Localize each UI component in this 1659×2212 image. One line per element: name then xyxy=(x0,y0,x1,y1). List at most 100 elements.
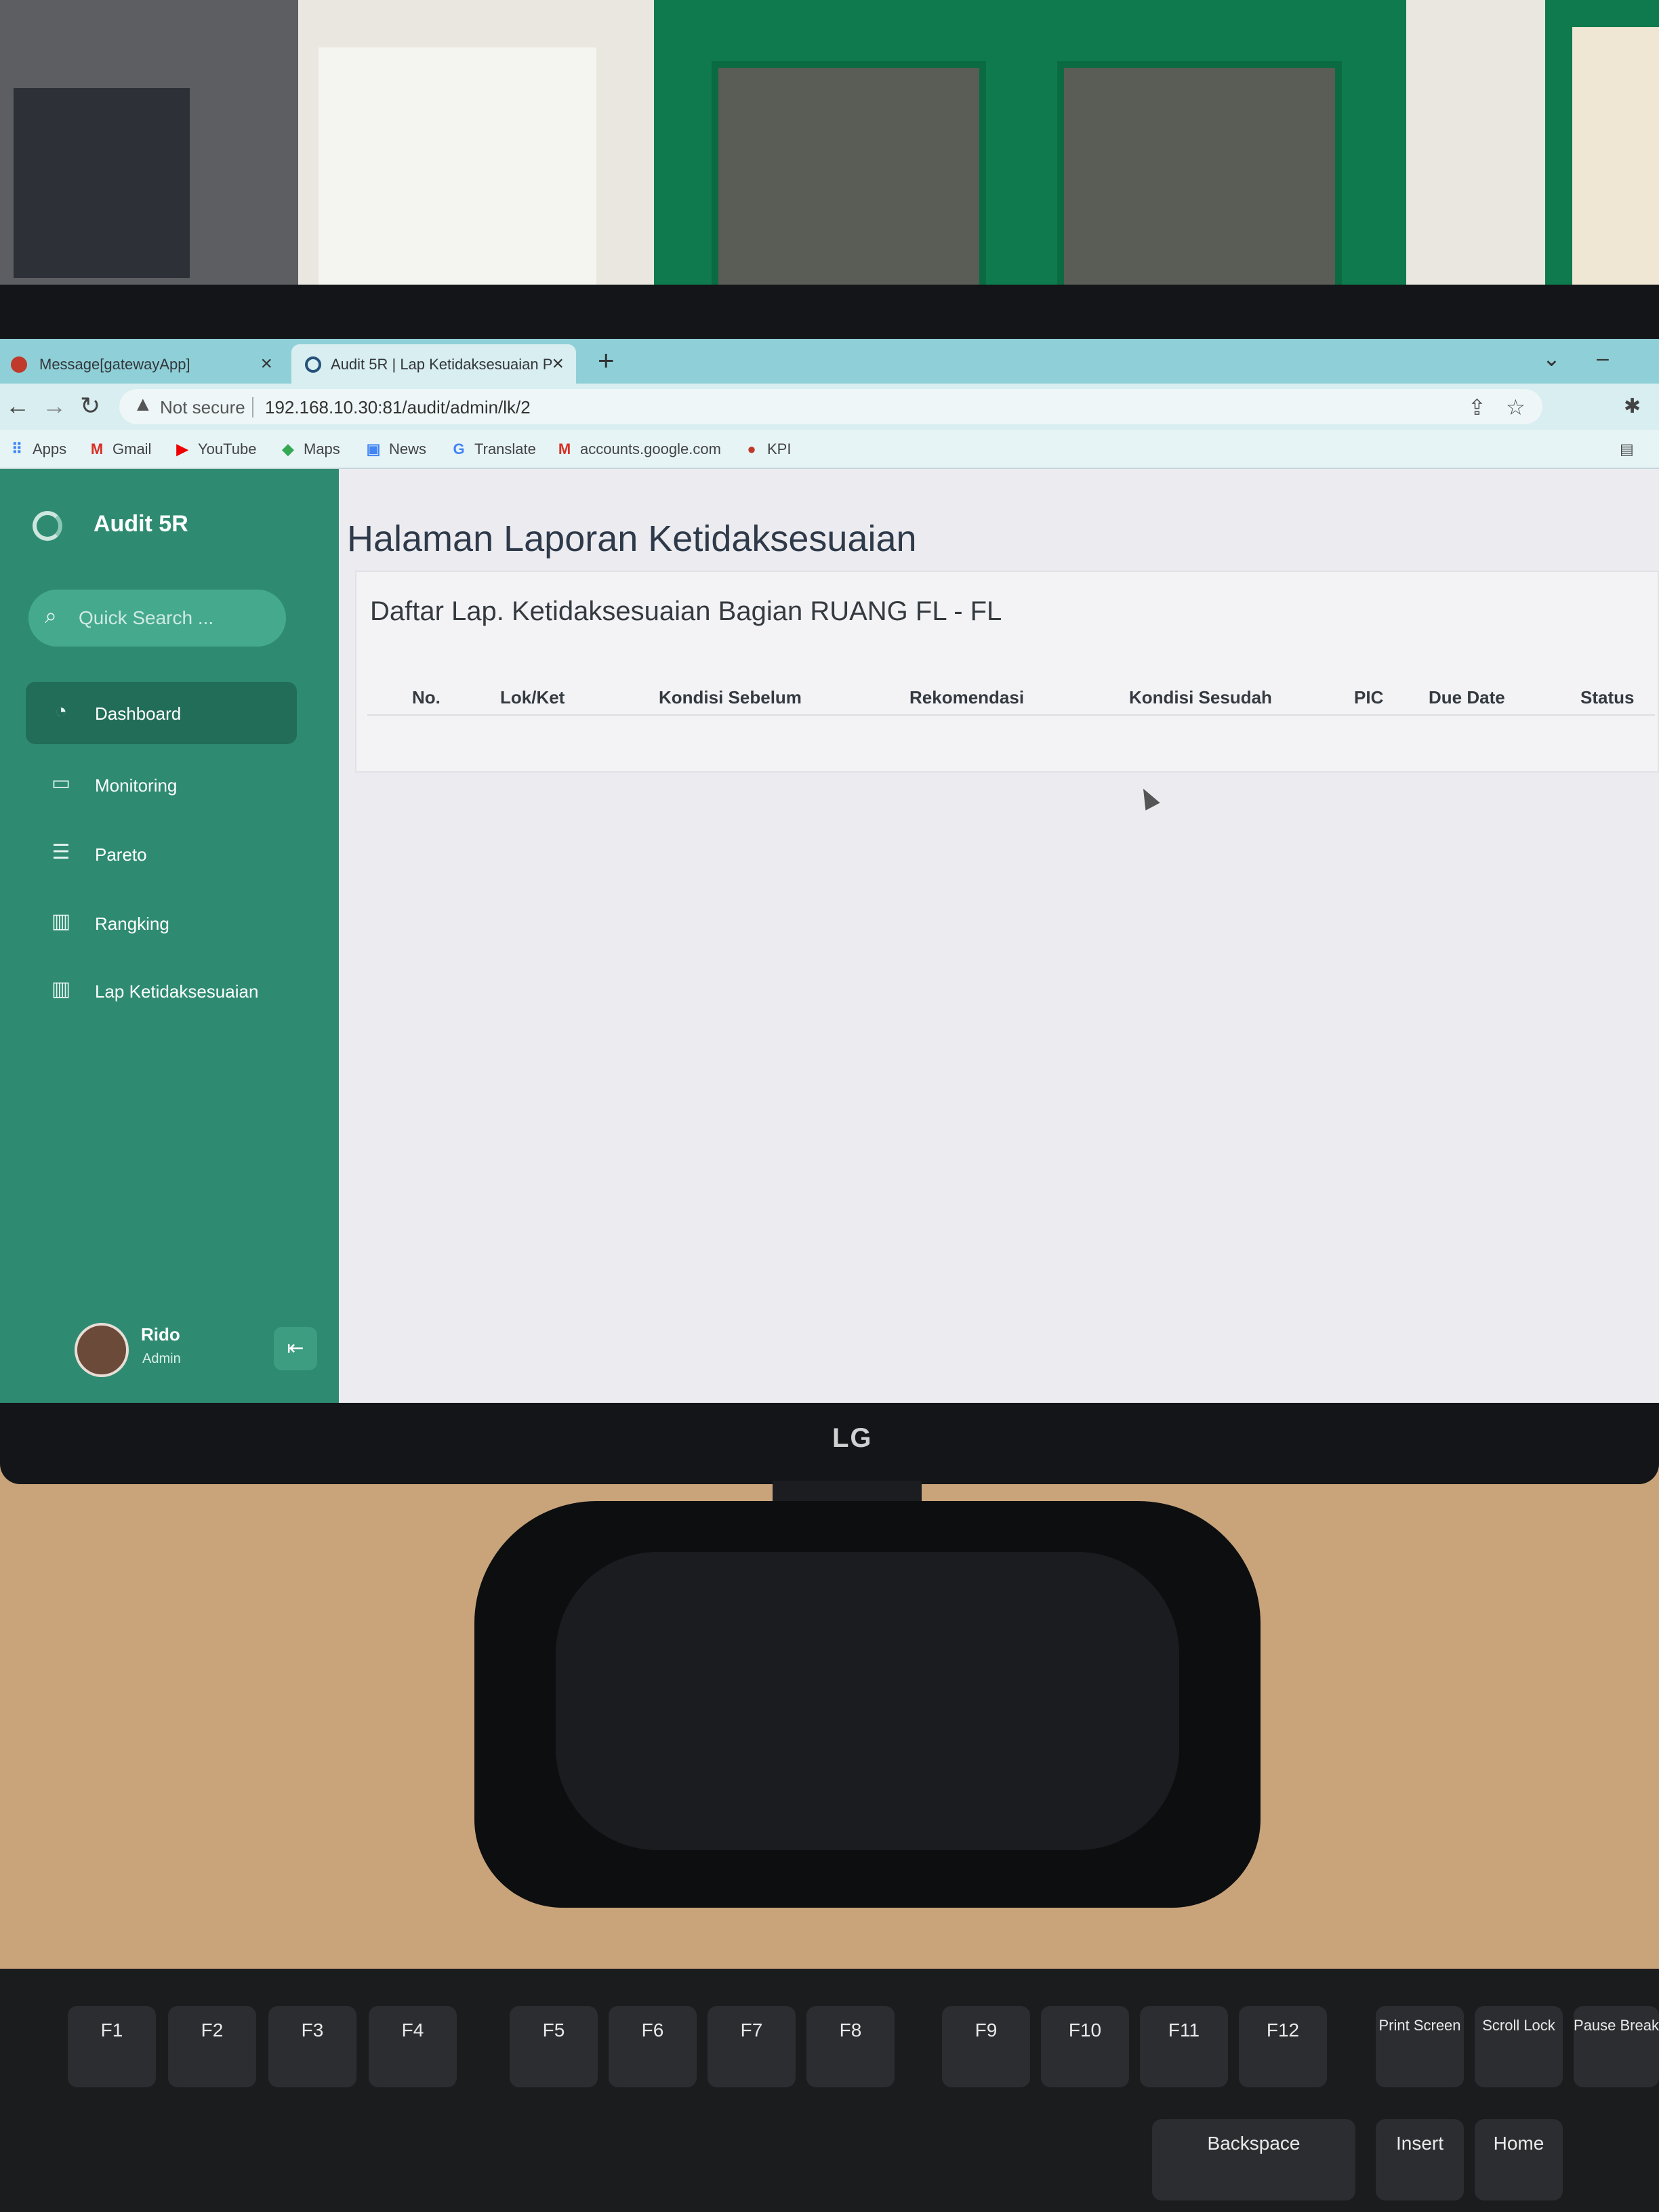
key-f6[interactable]: F6 xyxy=(609,2006,697,2087)
warning-icon: ▲ xyxy=(133,393,153,415)
sidebar-item-pareto[interactable]: ☰ Pareto xyxy=(26,823,297,885)
youtube-icon: ▶ xyxy=(176,441,188,457)
browser-toolbar: ← → ↻ ▲ Not secure 192.168.10.30:81/audi… xyxy=(0,384,1659,430)
column-header[interactable]: Due Date xyxy=(1429,687,1505,708)
bookmarks-bar: ⠿ Apps M Gmail ▶ YouTube ◆ Maps ▣ News G Trans… xyxy=(0,430,1659,469)
gmail-icon: M xyxy=(90,441,104,457)
document-icon: ☰ xyxy=(52,841,70,863)
key-f9[interactable]: F9 xyxy=(942,2006,1030,2087)
sidebar-item-monitoring[interactable]: ▭ Monitoring xyxy=(26,754,297,816)
extensions-icon[interactable]: ✱ xyxy=(1624,394,1641,418)
user-role: Admin xyxy=(142,1351,181,1366)
bookmark-gmail[interactable]: M Gmail xyxy=(88,441,152,458)
browser-tab-bar: Message[gatewayApp] × Audit 5R | Lap Ket… xyxy=(0,339,1659,384)
key-insert[interactable]: Insert xyxy=(1376,2119,1464,2200)
reload-icon[interactable]: ↻ xyxy=(80,392,100,420)
search-icon: ⌕ xyxy=(45,603,57,628)
browser-tab[interactable]: Message[gatewayApp] × xyxy=(0,344,285,384)
bookmark-translate[interactable]: G Translate xyxy=(450,441,535,458)
monitor-logo: LG xyxy=(832,1423,873,1453)
key-f5[interactable]: F5 xyxy=(510,2006,598,2087)
key-f3[interactable]: F3 xyxy=(268,2006,356,2087)
table-header: No. Lok/Ket Kondisi Sebelum Rekomendasi … xyxy=(367,672,1655,716)
logout-button[interactable]: ⇤ xyxy=(274,1327,317,1370)
report-card: Daftar Lap. Ketidaksesuaian Bagian RUANG… xyxy=(355,571,1659,773)
paper-on-wall xyxy=(319,47,596,298)
sidebar-item-label: Pareto xyxy=(95,844,147,865)
share-icon[interactable]: ⇪ xyxy=(1468,394,1486,420)
close-icon[interactable]: × xyxy=(260,352,272,375)
main-content: Halaman Laporan Ketidaksesuaian Daftar L… xyxy=(339,469,1659,1403)
column-header[interactable]: PIC xyxy=(1354,687,1383,708)
monitor-screen: Message[gatewayApp] × Audit 5R | Lap Ket… xyxy=(0,339,1659,1403)
key-print-screen[interactable]: Print Screen xyxy=(1376,2006,1464,2087)
card-title: Daftar Lap. Ketidaksesuaian Bagian RUANG… xyxy=(370,596,1002,626)
key-home[interactable]: Home xyxy=(1475,2119,1563,2200)
window-pane xyxy=(1057,61,1342,291)
key-f4[interactable]: F4 xyxy=(369,2006,457,2087)
folder-icon: ▭ xyxy=(51,772,71,794)
tab-title: Audit 5R | Lap Ketidaksesuaian P xyxy=(331,356,553,373)
column-header[interactable]: Kondisi Sebelum xyxy=(659,687,802,708)
close-icon[interactable]: × xyxy=(552,352,564,375)
column-header[interactable]: Lok/Ket xyxy=(500,687,565,708)
apps-grid-icon: ⠿ xyxy=(11,441,23,457)
search-input[interactable] xyxy=(79,605,275,632)
key-f8[interactable]: F8 xyxy=(806,2006,895,2087)
bookmark-news[interactable]: ▣ News xyxy=(365,441,426,458)
forward-icon[interactable]: → xyxy=(42,392,66,420)
doorway xyxy=(1572,27,1659,291)
minimize-icon[interactable]: – xyxy=(1597,346,1609,371)
key-f7[interactable]: F7 xyxy=(708,2006,796,2087)
browser-tab-active[interactable]: Audit 5R | Lap Ketidaksesuaian P × xyxy=(291,344,576,384)
bookmark-maps[interactable]: ◆ Maps xyxy=(279,441,340,458)
bookmark-kpi[interactable]: ● KPI xyxy=(743,441,791,458)
quick-search[interactable]: ⌕ xyxy=(28,590,286,647)
column-header[interactable]: No. xyxy=(412,687,441,708)
column-header[interactable]: Status xyxy=(1580,687,1634,708)
key-pause-break[interactable]: Pause Break xyxy=(1574,2006,1659,2087)
sidebar-item-rangking[interactable]: ▥ Rangking xyxy=(26,892,297,954)
shelf xyxy=(0,0,298,291)
window-pane xyxy=(712,61,986,291)
translate-icon: G xyxy=(453,441,465,457)
back-icon[interactable]: ← xyxy=(5,392,30,420)
maps-icon: ◆ xyxy=(282,441,294,457)
mouse-cursor-icon xyxy=(1136,785,1160,811)
site-favicon-icon xyxy=(305,356,321,373)
tab-title: Message[gatewayApp] xyxy=(39,356,190,373)
bookmark-google-accounts[interactable]: Maccounts.google.com xyxy=(556,441,721,458)
address-bar[interactable]: ▲ Not secure 192.168.10.30:81/audit/admi… xyxy=(119,389,1542,424)
column-header[interactable]: Rekomendasi xyxy=(909,687,1024,708)
sidebar: Audit 5R ⌕ ◔ Dashboard ▭ Monitoring ☰ Pa… xyxy=(0,469,339,1403)
key-f2[interactable]: F2 xyxy=(168,2006,256,2087)
key-f11[interactable]: F11 xyxy=(1140,2006,1228,2087)
separator xyxy=(252,397,253,417)
sidebar-item-label: Monitoring xyxy=(95,775,178,796)
security-label[interactable]: Not secure xyxy=(160,397,245,418)
bookmark-youtube[interactable]: ▶ YouTube xyxy=(173,441,257,458)
star-icon[interactable]: ☆ xyxy=(1506,394,1525,420)
key-f10[interactable]: F10 xyxy=(1041,2006,1129,2087)
avatar[interactable] xyxy=(75,1323,129,1377)
sidebar-item-label: Lap Ketidaksesuaian xyxy=(95,981,259,1002)
tab-search-icon[interactable]: ⌄ xyxy=(1542,346,1561,371)
key-backspace[interactable]: Backspace xyxy=(1152,2119,1355,2200)
gauge-icon: ◔ xyxy=(54,700,68,722)
page-title: Halaman Laporan Ketidaksesuaian xyxy=(347,518,917,559)
key-scroll-lock[interactable]: Scroll Lock xyxy=(1475,2006,1563,2087)
sidebar-item-lap-ketidaksesuaian[interactable]: ▥ Lap Ketidaksesuaian xyxy=(26,960,297,1022)
logout-icon: ⇤ xyxy=(287,1337,304,1359)
sidebar-item-dashboard[interactable]: ◔ Dashboard xyxy=(26,682,297,744)
user-name: Rido xyxy=(141,1324,180,1345)
bar-chart-icon: ▥ xyxy=(51,910,71,933)
sidebar-item-label: Rangking xyxy=(95,914,169,934)
bookmark-apps[interactable]: ⠿ Apps xyxy=(8,441,66,458)
key-f12[interactable]: F12 xyxy=(1239,2006,1327,2087)
column-header[interactable]: Kondisi Sesudah xyxy=(1129,687,1272,708)
reading-list-icon[interactable]: ▤ xyxy=(1620,441,1634,458)
new-tab-icon[interactable]: + xyxy=(598,344,615,377)
keyboard: F1 F2 F3 F4 F5 F6 F7 F8 F9 F10 F11 F12 P… xyxy=(0,1969,1659,2212)
url-text[interactable]: 192.168.10.30:81/audit/admin/lk/2 xyxy=(265,397,531,418)
key-f1[interactable]: F1 xyxy=(68,2006,156,2087)
